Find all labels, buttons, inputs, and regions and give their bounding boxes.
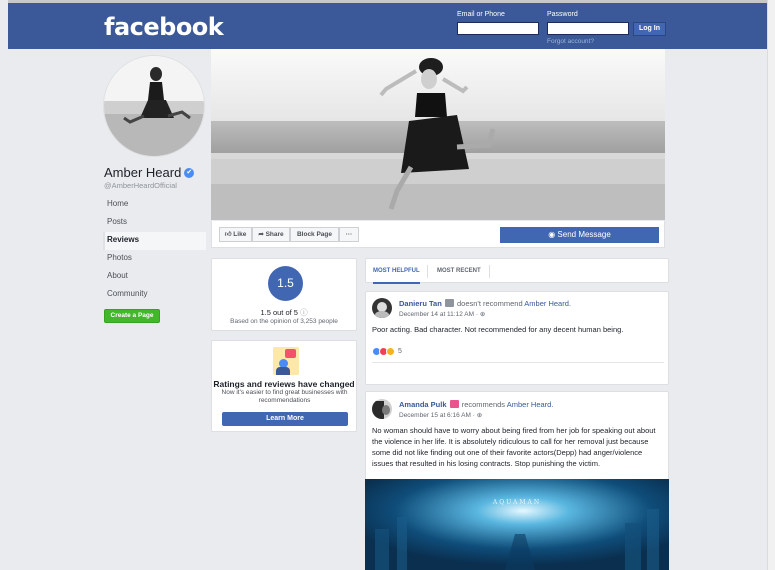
globe-icon: ⊕ — [476, 412, 483, 419]
share-arrow-icon: ➦ — [258, 231, 266, 238]
more-options-button[interactable]: ··· — [339, 227, 359, 242]
review-header: Amanda Pulk recommends Amber Heard. — [399, 400, 553, 409]
login-button[interactable]: Log In — [633, 22, 666, 36]
nav-item-photos[interactable]: Photos — [103, 250, 206, 268]
send-message-label: Send Message — [557, 230, 611, 239]
rating-out-of-text: 1.5 out of 5 — [260, 308, 298, 317]
nav-item-posts[interactable]: Posts — [103, 214, 206, 232]
thumbs-up-icon: 👍︎ — [224, 231, 234, 238]
email-input[interactable] — [457, 22, 539, 35]
password-label: Password — [547, 11, 578, 18]
reaction-summary[interactable]: 5 — [372, 347, 402, 356]
reviewer-avatar[interactable] — [372, 298, 392, 318]
review-text: No woman should have to worry about bein… — [372, 426, 656, 468]
rating-out-of: 1.5 out of 5 ⓘ — [212, 307, 356, 318]
review-tabs: MOST HELPFUL MOST RECENT — [365, 258, 669, 284]
review-divider — [372, 362, 664, 363]
tab-divider — [489, 265, 490, 278]
left-navigation: Home Posts Reviews Photos About Communit… — [103, 196, 206, 304]
review-date-text: December 15 at 6:16 AM · — [399, 412, 477, 419]
reaction-count: 5 — [398, 348, 402, 355]
info-icon[interactable]: ⓘ — [300, 308, 308, 317]
page-handle: @AmberHeardOfficial — [104, 181, 177, 190]
movie-title: AQUAMAN — [492, 499, 542, 506]
rating-score: 1.5 — [268, 266, 303, 301]
block-page-button[interactable]: Block Page — [290, 227, 339, 242]
page-name-text: Amber Heard — [104, 165, 182, 180]
review-date-text: December 14 at 11:12 AM · — [399, 311, 480, 318]
nav-item-community[interactable]: Community — [103, 286, 206, 304]
nav-item-reviews[interactable]: Reviews — [103, 232, 206, 250]
page-link[interactable]: Amber Heard. — [507, 400, 554, 409]
tab-most-helpful[interactable]: MOST HELPFUL — [373, 259, 420, 284]
forgot-account-link[interactable]: Forgot account? — [547, 38, 594, 45]
review-verb: recommends — [461, 400, 506, 409]
review-date[interactable]: December 15 at 6:16 AM · ⊕ — [399, 411, 482, 419]
ratings-changed-card: Ratings and reviews have changed Now it'… — [211, 340, 357, 432]
like-button[interactable]: 👍︎ Like — [219, 227, 252, 242]
reviewer-name-link[interactable]: Danieru Tan — [399, 299, 442, 308]
create-page-button[interactable]: Create a Page — [104, 309, 160, 323]
globe-icon: ⊕ — [479, 311, 486, 318]
cover-photo[interactable] — [211, 49, 665, 220]
send-message-button[interactable]: ◉ Send Message — [500, 227, 659, 243]
review-verb: doesn't recommend — [456, 299, 523, 308]
page-link[interactable]: Amber Heard. — [524, 299, 571, 308]
ratings-changed-title: Ratings and reviews have changed — [213, 379, 355, 389]
password-input[interactable] — [547, 22, 629, 35]
verified-badge-icon: ✔ — [184, 167, 195, 178]
angry-reaction-icon — [386, 347, 395, 356]
review-header: Danieru Tan doesn't recommend Amber Hear… — [399, 299, 571, 308]
share-label: Share — [265, 231, 284, 238]
profile-picture[interactable] — [103, 55, 205, 157]
ratings-changed-subtitle: Now it's easier to find great businesses… — [221, 389, 348, 404]
nav-item-about[interactable]: About — [103, 268, 206, 286]
review-image[interactable]: AQUAMAN — [365, 479, 669, 570]
window-left-edge — [0, 0, 8, 570]
share-button[interactable]: ➦ Share — [252, 227, 290, 242]
page-action-bar: 👍︎ Like ➦ Share Block Page ··· ◉ Send Me… — [211, 221, 665, 248]
email-label: Email or Phone — [457, 11, 505, 18]
rating-summary-card: 1.5 1.5 out of 5 ⓘ Based on the opinion … — [211, 258, 357, 331]
top-bar: facebook Email or Phone Password Log In … — [8, 3, 767, 49]
reviewer-name-link[interactable]: Amanda Pulk — [399, 400, 447, 409]
tab-most-recent[interactable]: MOST RECENT — [437, 259, 481, 284]
facebook-logo[interactable]: facebook — [104, 13, 224, 41]
tab-divider — [427, 265, 428, 278]
recommend-badge-icon — [449, 400, 459, 408]
like-label: Like — [233, 231, 247, 238]
review-text: Poor acting. Bad character. Not recommen… — [372, 325, 624, 334]
page-title: Amber Heard ✔ — [104, 165, 195, 180]
nav-item-home[interactable]: Home — [103, 196, 206, 214]
review-date[interactable]: December 14 at 11:12 AM · ⊕ — [399, 310, 485, 318]
learn-more-button[interactable]: Learn More — [222, 412, 348, 426]
rating-based-on: Based on the opinion of 3,253 people — [230, 318, 338, 325]
ratings-illustration-icon — [273, 347, 299, 375]
review-card: Danieru Tan doesn't recommend Amber Hear… — [365, 291, 669, 385]
not-recommend-badge-icon — [444, 299, 454, 307]
reviewer-avatar[interactable] — [372, 399, 392, 419]
scrollbar[interactable] — [767, 0, 775, 570]
